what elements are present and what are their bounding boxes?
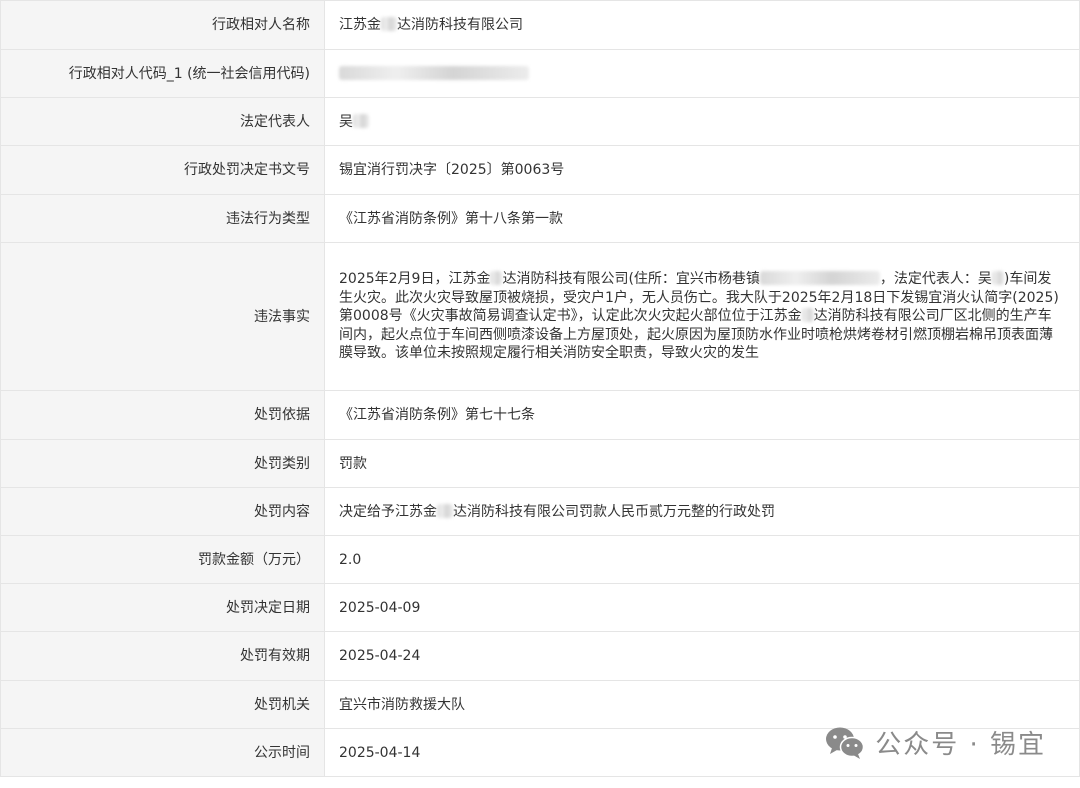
redaction: [381, 17, 397, 31]
redaction: [801, 308, 814, 323]
field-label: 违法行为类型: [0, 194, 325, 243]
table-row: 违法事实 2025年2月9日，江苏金 达消防科技有限公司(住所：宜兴市杨巷镇 ，法定…: [0, 242, 1080, 391]
watermark-text: 公众号 · 锡宜: [875, 730, 1046, 760]
table-row: 处罚决定日期 2025-04-09: [0, 583, 1080, 632]
table-row: 处罚内容 决定给予江苏金 达消防科技有限公司罚款人民币贰万元整的行政处罚: [0, 487, 1080, 536]
table-row: 行政相对人名称 江苏金 达消防科技有限公司: [0, 0, 1080, 50]
field-value: 罚款: [324, 439, 1080, 488]
field-value: 锡宜消行罚决字〔2025〕第0063号: [324, 145, 1080, 195]
field-value: 2025-04-09: [324, 583, 1080, 632]
table-row: 处罚依据 《江苏省消防条例》第七十七条: [0, 390, 1080, 440]
field-value: 2.0: [324, 535, 1080, 584]
penalty-info-table: 行政相对人名称 江苏金 达消防科技有限公司 行政相对人代码_1 (统一社会信用代码…: [0, 0, 1080, 777]
field-value: [324, 49, 1080, 98]
redaction: [353, 113, 369, 128]
field-value: 江苏金 达消防科技有限公司: [324, 0, 1080, 50]
table-row: 行政处罚决定书文号 锡宜消行罚决字〔2025〕第0063号: [0, 145, 1080, 195]
field-label: 处罚决定日期: [0, 583, 325, 632]
table-row: 处罚机关 宜兴市消防救援大队: [0, 680, 1080, 729]
table-row: 处罚有效期 2025-04-24: [0, 631, 1080, 681]
field-value: 吴: [324, 97, 1080, 146]
field-label: 行政相对人代码_1 (统一社会信用代码): [0, 49, 325, 98]
field-value: 决定给予江苏金 达消防科技有限公司罚款人民币贰万元整的行政处罚: [324, 487, 1080, 536]
field-label: 行政相对人名称: [0, 0, 325, 50]
redaction: [759, 271, 880, 286]
field-label: 处罚依据: [0, 390, 325, 440]
field-value: 2025年2月9日，江苏金 达消防科技有限公司(住所：宜兴市杨巷镇 ，法定代表人：吴…: [324, 242, 1080, 391]
field-value: 2025-04-24: [324, 631, 1080, 681]
field-label: 处罚有效期: [0, 631, 325, 681]
wechat-icon: [826, 727, 865, 759]
table-row: 罚款金额（万元） 2.0: [0, 535, 1080, 584]
field-value: 《江苏省消防条例》第十八条第一款: [324, 194, 1080, 243]
table-row: 违法行为类型 《江苏省消防条例》第十八条第一款: [0, 194, 1080, 243]
field-label: 公示时间: [0, 728, 325, 777]
watermark: 公众号 · 锡宜: [825, 724, 1046, 761]
field-label: 处罚内容: [0, 487, 325, 536]
redaction: [991, 271, 1004, 286]
table-row: 法定代表人 吴: [0, 97, 1080, 146]
field-value: 《江苏省消防条例》第七十七条: [324, 390, 1080, 440]
field-label: 违法事实: [0, 242, 325, 391]
field-value: 宜兴市消防救援大队: [324, 680, 1080, 729]
field-label: 行政处罚决定书文号: [0, 145, 325, 195]
redaction: [339, 65, 529, 80]
field-label: 法定代表人: [0, 97, 325, 146]
redaction: [490, 271, 503, 286]
field-label: 罚款金额（万元）: [0, 535, 325, 584]
table-row: 处罚类别 罚款: [0, 439, 1080, 488]
redaction: [437, 503, 453, 518]
table-row: 行政相对人代码_1 (统一社会信用代码): [0, 49, 1080, 98]
field-label: 处罚类别: [0, 439, 325, 488]
field-label: 处罚机关: [0, 680, 325, 729]
